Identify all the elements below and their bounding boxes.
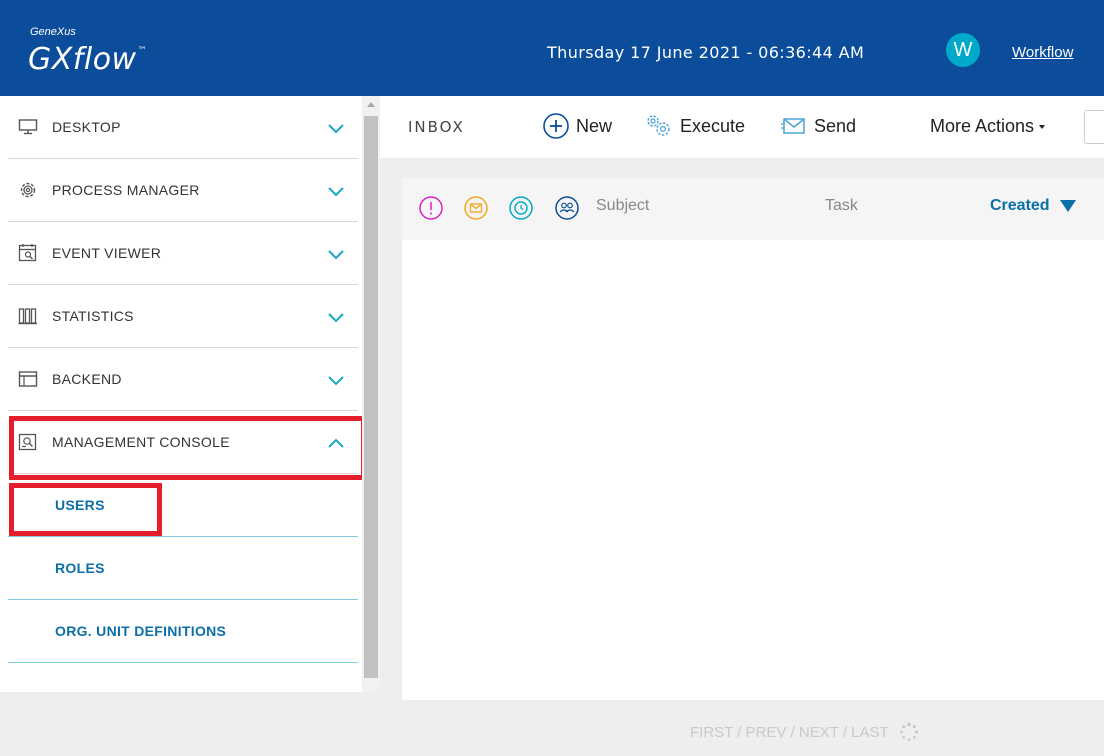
envelope-send-icon [781, 118, 805, 134]
sidebar-subitem-org-unit-definitions[interactable]: ORG. UNIT DEFINITIONS [8, 600, 358, 663]
more-actions-dropdown[interactable]: More Actions [930, 116, 1046, 137]
app-root: GeneXus GXflow™ Thursday 17 June 2021 - … [0, 0, 1104, 756]
sidebar-item-event-viewer[interactable]: EVENT VIEWER [8, 222, 358, 285]
users-group-icon[interactable] [554, 195, 580, 221]
sidebar-item-label: DESKTOP [52, 119, 121, 135]
scrollbar-thumb[interactable] [364, 116, 378, 678]
chevron-down-icon[interactable] [326, 244, 346, 264]
sidebar-item-label: BACKEND [52, 371, 122, 387]
chevron-down-icon[interactable] [326, 118, 346, 138]
highlight-box-users [9, 483, 162, 536]
pager: FIRST / PREV / NEXT / LAST [690, 722, 919, 742]
execute-button[interactable]: Execute [644, 112, 745, 140]
sidebar-item-label: EVENT VIEWER [52, 245, 162, 261]
gears-icon [647, 115, 670, 136]
sidebar-subitem-label: ORG. UNIT DEFINITIONS [55, 623, 227, 639]
chevron-down-icon[interactable] [326, 307, 346, 327]
plus-circle-icon [543, 113, 569, 139]
sidebar: DESKTOP PROCESS MANAGER EVENT VIEWER STA… [0, 96, 362, 692]
column-subject[interactable]: Subject [596, 197, 649, 215]
more-actions-label: More Actions [930, 116, 1035, 136]
brand-main-text: GXflow [28, 42, 137, 77]
sidebar-item-statistics[interactable]: STATISTICS [8, 285, 358, 348]
send-button[interactable]: Send [780, 112, 856, 140]
sidebar-item-desktop[interactable]: DESKTOP [8, 96, 358, 159]
highlight-box-management-console [9, 416, 366, 480]
toolbar-search-input[interactable] [1084, 110, 1104, 144]
page-title: INBOX [408, 118, 465, 136]
sidebar-subitem-label: ROLES [55, 560, 105, 576]
message-envelope-icon[interactable] [463, 195, 489, 221]
gear-icon [18, 180, 38, 200]
execute-button-label: Execute [680, 115, 746, 136]
clock-icon[interactable] [508, 195, 534, 221]
column-task[interactable]: Task [825, 197, 858, 215]
inbox-grid-body [402, 240, 1104, 700]
send-button-label: Send [814, 115, 857, 136]
bar-chart-icon [18, 306, 38, 326]
calendar-search-icon [18, 243, 38, 263]
column-created-sort[interactable]: Created [990, 197, 1076, 215]
priority-alert-icon[interactable] [418, 195, 444, 221]
scroll-up-arrow-icon[interactable] [367, 102, 375, 107]
brand-logo[interactable]: GXflow™ [28, 42, 147, 77]
sidebar-item-backend[interactable]: BACKEND [8, 348, 358, 411]
window-icon [18, 369, 38, 389]
new-button[interactable]: New [542, 112, 612, 140]
monitor-icon [18, 117, 38, 137]
caret-down-icon [1039, 125, 1046, 130]
loading-spinner-icon [899, 722, 918, 741]
column-created-label: Created [990, 197, 1050, 214]
sidebar-item-label: STATISTICS [52, 308, 134, 324]
sidebar-scrollbar[interactable] [362, 96, 380, 692]
sidebar-subitem-roles[interactable]: ROLES [8, 537, 358, 600]
user-name-link[interactable]: Workflow [1012, 44, 1073, 61]
new-button-label: New [576, 115, 613, 136]
chevron-down-icon[interactable] [326, 370, 346, 390]
user-avatar[interactable]: W [946, 33, 980, 67]
brand-small-text: GeneXus [30, 26, 76, 38]
top-header: GeneXus GXflow™ Thursday 17 June 2021 - … [0, 0, 1104, 96]
chevron-down-icon[interactable] [326, 181, 346, 201]
trademark-mark: ™ [137, 46, 148, 56]
sort-descending-icon [1059, 200, 1076, 212]
sidebar-item-process-manager[interactable]: PROCESS MANAGER [8, 159, 358, 222]
main-toolbar: INBOX New Execute Send More Actions [380, 96, 1104, 158]
pager-links[interactable]: FIRST / PREV / NEXT / LAST [690, 724, 889, 741]
grid-header: Subject Task Created [402, 178, 1104, 240]
current-datetime: Thursday 17 June 2021 - 06:36:44 AM [547, 43, 865, 62]
sidebar-item-label: PROCESS MANAGER [52, 182, 200, 198]
